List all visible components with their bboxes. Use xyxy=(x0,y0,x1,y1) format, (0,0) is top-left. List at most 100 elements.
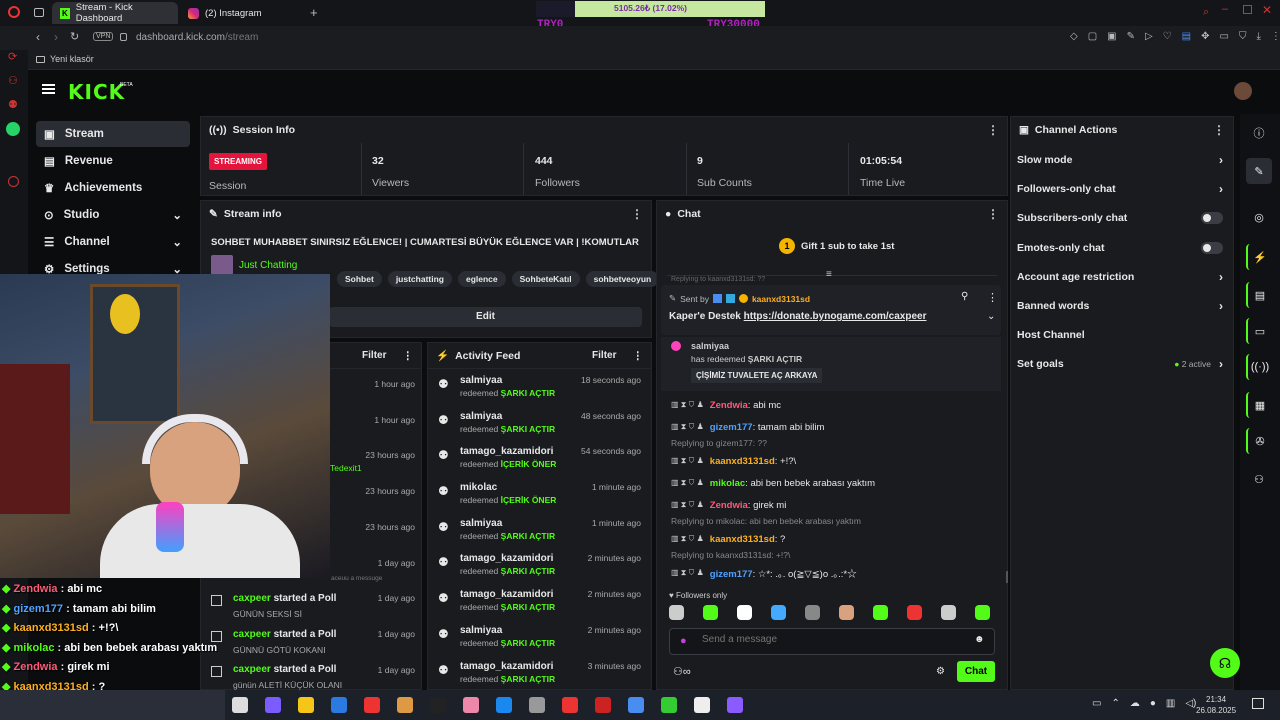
support-chat-button[interactable]: ☊ xyxy=(1210,648,1240,678)
nav-item-achievements[interactable]: ♛ Achievements xyxy=(36,175,190,201)
edit-icon[interactable]: ✎ xyxy=(1246,158,1272,184)
chat-ext-icon[interactable]: ▭ xyxy=(1220,31,1229,42)
filter-button[interactable]: Filter xyxy=(362,350,386,361)
taskbar-app-icon[interactable] xyxy=(331,697,347,713)
cloud-icon[interactable]: ☁ xyxy=(1130,698,1140,709)
activity-username[interactable]: tamago_kazamidori xyxy=(460,589,555,600)
chat-username[interactable]: Zendwia xyxy=(710,400,748,411)
menu-icon[interactable]: ⋮ xyxy=(1271,31,1280,42)
channel-action-subscribers-only-chat[interactable]: Subscribers-only chat xyxy=(1017,204,1223,234)
toggle-switch[interactable] xyxy=(1201,212,1223,225)
stream-tag[interactable]: SohbeteKatıl xyxy=(511,271,580,287)
notifications-icon[interactable] xyxy=(1252,698,1264,709)
more-options-icon[interactable]: ⋮ xyxy=(631,207,643,221)
activity-username[interactable]: tamago_kazamidori xyxy=(460,446,556,457)
pinned-link[interactable]: https://donate.bynogame.com/caxpeer xyxy=(744,311,927,322)
filter-button[interactable]: Filter xyxy=(592,350,616,361)
taskbar-app-icon[interactable] xyxy=(529,697,545,713)
taskbar-app-icon[interactable] xyxy=(265,697,281,713)
redeem-user[interactable]: salmiyaa xyxy=(691,341,729,351)
whatsapp-icon[interactable] xyxy=(6,122,20,136)
lock-icon[interactable] xyxy=(120,33,127,41)
camera-icon[interactable]: ◎ xyxy=(1246,204,1272,230)
stream-tag[interactable]: Sohbet xyxy=(337,271,382,287)
edit-stream-button[interactable]: Edit xyxy=(329,307,642,327)
tab-kick-dashboard[interactable]: K Stream - Kick Dashboard xyxy=(52,2,178,24)
opera-sidebar-icon-2[interactable]: ⚇ xyxy=(8,74,18,87)
kick-logo[interactable]: KICK xyxy=(68,80,125,104)
more-options-icon[interactable]: ⋮ xyxy=(403,350,414,362)
chat-username[interactable]: Zendwia xyxy=(710,500,748,511)
chat-scrollbar[interactable] xyxy=(1006,571,1008,583)
taskbar-app-icon[interactable] xyxy=(298,697,314,713)
taskbar-app-icon[interactable] xyxy=(397,697,413,713)
channel-action-emotes-only-chat[interactable]: Emotes-only chat xyxy=(1017,233,1223,262)
stream-tag[interactable]: eglence xyxy=(457,271,506,287)
users-icon[interactable]: ⚇ xyxy=(1246,466,1272,492)
new-tab-button[interactable]: + xyxy=(310,5,318,20)
tab-instagram[interactable]: (2) Instagram xyxy=(180,2,302,24)
nav-item-channel[interactable]: ☰ Channel ⌄ xyxy=(36,229,190,255)
nav-item-revenue[interactable]: ▤ Revenue xyxy=(36,148,190,174)
opera-sidebar-icon-1[interactable]: ⟳ xyxy=(8,50,17,63)
wrench-icon[interactable]: ✇ xyxy=(1246,428,1272,454)
emote-icon[interactable] xyxy=(703,605,718,620)
emoji-icon[interactable]: ☻ xyxy=(974,634,985,645)
bolt-icon[interactable]: ⚡ xyxy=(1246,244,1272,270)
emote-icon[interactable] xyxy=(975,605,990,620)
stream-tag[interactable]: sohbetveoyun xyxy=(585,271,660,287)
chevron-down-icon[interactable]: ⌄ xyxy=(987,311,995,322)
snapshot-icon[interactable]: ▢ xyxy=(1088,31,1097,42)
reload-button[interactable]: ↻ xyxy=(70,30,79,43)
activity-username[interactable]: tamago_kazamidori xyxy=(460,661,555,672)
keyboard-icon[interactable]: ▭ xyxy=(1092,698,1101,709)
bookmark-icon[interactable]: ◇ xyxy=(1070,31,1078,42)
chat-username[interactable]: mikolac xyxy=(710,478,745,489)
chat-username[interactable]: gizem177 xyxy=(710,569,753,580)
opera-logo-icon[interactable] xyxy=(8,6,20,18)
puzzle-icon[interactable]: ✥ xyxy=(1201,31,1209,42)
stream-tag[interactable]: justchatting xyxy=(387,271,452,287)
activity-username[interactable]: salmiyaa xyxy=(460,411,555,422)
vpn-badge[interactable]: VPN xyxy=(93,32,114,41)
opera-sidebar-icon-3[interactable]: ⚉ xyxy=(8,98,18,111)
chat-username[interactable]: kaanxd3131sd xyxy=(710,534,775,545)
chat-settings-icon[interactable]: ⚙ xyxy=(936,666,945,677)
chevron-up-icon[interactable]: ⌃ xyxy=(1111,698,1119,709)
network-icon[interactable]: ▥ xyxy=(1166,698,1175,709)
emote-icon[interactable] xyxy=(771,605,786,620)
notes-icon[interactable]: ▤ xyxy=(1246,282,1272,308)
more-options-icon[interactable]: ⋮ xyxy=(987,207,999,221)
send-chat-button[interactable]: Chat xyxy=(957,661,995,682)
collapse-icon[interactable]: ≡ xyxy=(826,269,832,280)
chat-username[interactable]: kaanxd3131sd xyxy=(710,456,775,467)
channel-action-account-age-restriction[interactable]: Account age restriction › xyxy=(1017,262,1223,291)
broadcast-icon[interactable]: ((·)) xyxy=(1246,354,1272,380)
stream-category[interactable]: Just Chatting xyxy=(211,255,297,275)
mic-icon[interactable]: ● xyxy=(1150,698,1156,709)
heart-icon[interactable]: ♡ xyxy=(1163,31,1172,42)
shield-ext-icon[interactable]: ⛉ xyxy=(1239,31,1247,42)
nav-item-studio[interactable]: ⊙ Studio ⌄ xyxy=(36,202,190,228)
activity-username[interactable]: salmiyaa xyxy=(460,375,555,386)
taskbar-app-icon[interactable] xyxy=(232,697,248,713)
volume-icon[interactable]: ◁) xyxy=(1185,698,1196,709)
taskbar-app-icon[interactable] xyxy=(628,697,644,713)
emote-icon[interactable] xyxy=(907,605,922,620)
taskbar-app-icon[interactable] xyxy=(463,697,479,713)
extensions-icon[interactable]: ▣ xyxy=(1107,31,1116,42)
channel-action-set-goals[interactable]: Set goals ● 2 active › xyxy=(1017,350,1223,379)
forward-button[interactable]: › xyxy=(54,30,58,44)
taskbar-app-icon[interactable] xyxy=(562,697,578,713)
taskbar-app-icon[interactable] xyxy=(364,697,380,713)
activity-username[interactable]: salmiyaa xyxy=(460,625,555,636)
activity-username[interactable]: tamago_kazamidori xyxy=(460,553,555,564)
emote-icon[interactable] xyxy=(669,605,684,620)
taskbar-app-icon[interactable] xyxy=(595,697,611,713)
mic-icon[interactable]: ● xyxy=(680,635,687,647)
channel-action-followers-only-chat[interactable]: Followers-only chat › xyxy=(1017,174,1223,204)
taskbar-app-icon[interactable] xyxy=(496,697,512,713)
emote-icon[interactable] xyxy=(941,605,956,620)
activity-username[interactable]: mikolac xyxy=(460,482,556,493)
search-tabs-icon[interactable]: ⌕ xyxy=(1203,6,1209,19)
